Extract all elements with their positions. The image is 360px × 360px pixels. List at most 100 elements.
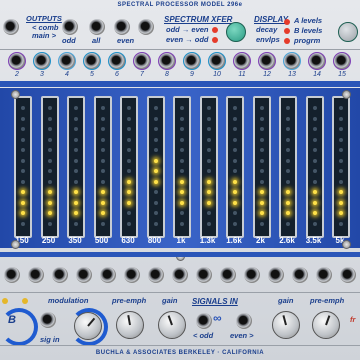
jack-socket[interactable] [234, 53, 250, 69]
lower-jack[interactable] [100, 267, 116, 283]
a-levels-label: A levels [294, 16, 323, 25]
band-led [21, 190, 25, 194]
band-slider-2k[interactable] [252, 96, 271, 238]
all-label: all [92, 36, 101, 45]
output-jack-even[interactable] [114, 19, 130, 35]
band-jack-13[interactable] [283, 52, 301, 70]
pre-emph-left-knob[interactable] [116, 311, 144, 339]
jack-socket[interactable] [259, 53, 275, 69]
jack-socket[interactable] [9, 53, 25, 69]
lower-jack[interactable] [268, 267, 284, 283]
band-led [233, 137, 237, 142]
jack-socket[interactable] [309, 53, 325, 69]
output-jack-all[interactable] [89, 19, 105, 35]
band-frequency-label: 630 [121, 236, 135, 245]
jack-socket[interactable] [284, 53, 300, 69]
band-led [21, 106, 25, 110]
band-slider-2.6k[interactable] [279, 96, 297, 238]
band-jack-10[interactable] [208, 52, 226, 70]
band-slider-1.6k[interactable] [226, 96, 244, 238]
signals-in-even-jack[interactable] [236, 313, 252, 329]
lower-jack[interactable] [340, 267, 356, 283]
band-slider-3.5k[interactable] [305, 96, 324, 238]
gain-right-knob[interactable] [272, 311, 300, 339]
band-led [180, 116, 184, 121]
band-jack-8[interactable] [158, 52, 176, 70]
output-jack-left[interactable] [3, 19, 19, 35]
band-led [127, 106, 131, 110]
band-led [47, 148, 52, 152]
jack-socket[interactable] [334, 53, 350, 69]
band-led [100, 211, 105, 215]
lower-jack[interactable] [28, 267, 44, 283]
jack-socket[interactable] [109, 53, 125, 69]
lower-jack[interactable] [220, 267, 236, 283]
lower-jack[interactable] [76, 267, 92, 283]
output-jack-extra[interactable] [138, 19, 154, 35]
signals-in-odd-jack[interactable] [196, 313, 212, 329]
band-led [286, 116, 290, 121]
band-jack-11[interactable] [233, 52, 251, 70]
band-jack-14[interactable] [308, 52, 326, 70]
lower-jack[interactable] [52, 267, 68, 283]
band-jack-7[interactable] [133, 52, 151, 70]
band-jack-9[interactable] [183, 52, 201, 70]
jack-socket[interactable] [134, 53, 150, 69]
band-led [339, 221, 343, 226]
band-led [312, 127, 317, 131]
jack-socket[interactable] [34, 53, 50, 69]
band-led [21, 137, 25, 142]
output-jack-odd[interactable] [62, 19, 78, 35]
lower-jack[interactable] [4, 267, 20, 283]
gain-left-knob[interactable] [158, 311, 186, 339]
mod-led-1 [2, 298, 8, 304]
modulation-knob[interactable] [74, 312, 102, 340]
band-slider-1.3k[interactable] [199, 96, 218, 238]
lower-jack[interactable] [316, 267, 332, 283]
pre-emph-right-knob[interactable] [312, 311, 340, 339]
screw-br [342, 240, 351, 249]
lower-jack[interactable] [124, 267, 140, 283]
b-levels-led [284, 28, 290, 34]
band-jack-12[interactable] [258, 52, 276, 70]
lower-jack[interactable] [148, 267, 164, 283]
band-slider-630[interactable] [120, 96, 138, 238]
band-slider-500[interactable] [93, 96, 112, 238]
band-slider-250[interactable] [40, 96, 59, 238]
lower-jack[interactable] [172, 267, 188, 283]
jack-socket[interactable] [59, 53, 75, 69]
band-jack-3[interactable] [33, 52, 51, 70]
signals-in-heading: SIGNALS IN [192, 297, 238, 306]
lower-jack[interactable] [196, 267, 212, 283]
band-led [312, 190, 317, 194]
band-led [312, 137, 317, 142]
band-led [153, 190, 158, 194]
band-led [259, 221, 264, 226]
display-button[interactable] [338, 22, 358, 42]
band-led [206, 190, 211, 194]
band-slider-150[interactable] [14, 96, 32, 238]
band-jack-5[interactable] [83, 52, 101, 70]
lower-jack[interactable] [292, 267, 308, 283]
sig-in-jack[interactable] [40, 312, 56, 328]
jack-socket[interactable] [209, 53, 225, 69]
band-slider-350[interactable] [67, 96, 85, 238]
band-frequency-label: 2k [256, 236, 265, 245]
band-jack-4[interactable] [58, 52, 76, 70]
lower-jack[interactable] [244, 267, 260, 283]
band-frequency-label: 1.6k [226, 236, 242, 245]
band-jack-2[interactable] [8, 52, 26, 70]
band-led [153, 116, 158, 121]
band-slider-1k[interactable] [173, 96, 191, 238]
band-led [233, 211, 237, 215]
band-jack-6[interactable] [108, 52, 126, 70]
band-led [339, 179, 343, 184]
band-slider-800[interactable] [146, 96, 165, 238]
jack-socket[interactable] [184, 53, 200, 69]
jack-socket[interactable] [159, 53, 175, 69]
band-jack-15[interactable] [333, 52, 351, 70]
xfer-button[interactable] [226, 22, 246, 42]
band-led [47, 179, 52, 184]
band-slider-5k[interactable] [332, 96, 350, 238]
jack-socket[interactable] [84, 53, 100, 69]
